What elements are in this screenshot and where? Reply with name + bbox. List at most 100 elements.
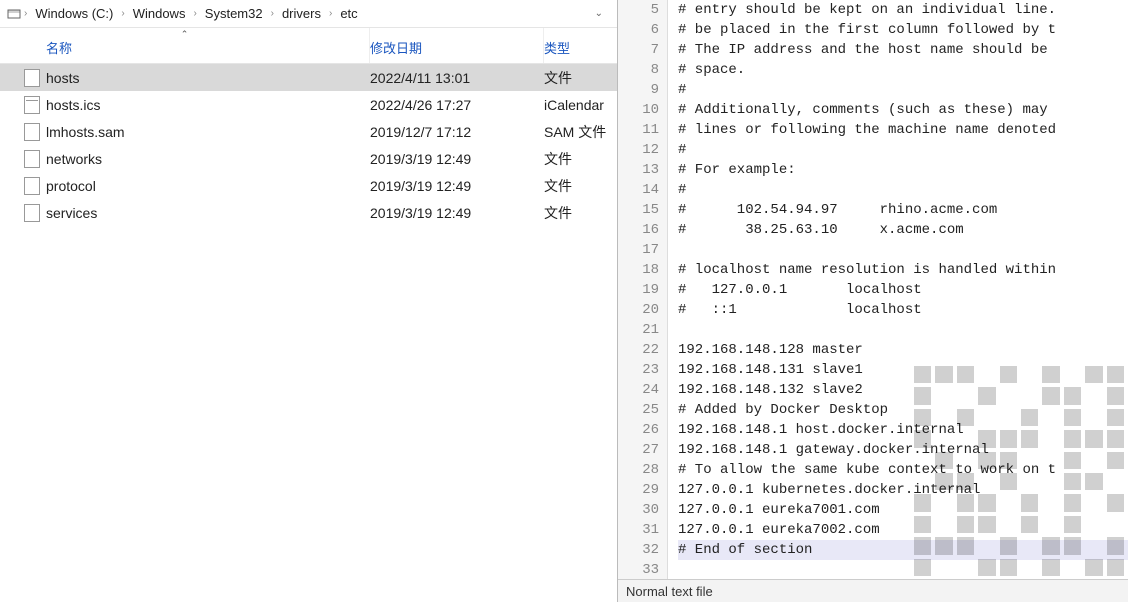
column-header-label: 名称 <box>46 41 72 56</box>
line-number: 19 <box>618 280 659 300</box>
status-bar: Normal text file <box>618 579 1128 602</box>
status-text: Normal text file <box>626 584 713 599</box>
code-line: # <box>678 80 1128 100</box>
breadcrumb-item[interactable]: Windows (C:) <box>29 4 119 23</box>
code-area[interactable]: # entry should be kept on an individual … <box>668 0 1128 579</box>
line-number: 12 <box>618 140 659 160</box>
file-icon <box>0 204 46 222</box>
file-row[interactable]: services2019/3/19 12:49文件 <box>0 199 617 226</box>
file-row[interactable]: hosts2022/4/11 13:01文件 <box>0 64 617 91</box>
breadcrumb-item[interactable]: drivers <box>276 4 327 23</box>
chevron-right-icon: › <box>119 8 126 19</box>
line-number: 32 <box>618 540 659 560</box>
file-date: 2019/3/19 12:49 <box>370 178 544 194</box>
file-row[interactable]: hosts.ics2022/4/26 17:27iCalendar <box>0 91 617 118</box>
line-number: 15 <box>618 200 659 220</box>
code-line: # <box>678 180 1128 200</box>
line-number: 16 <box>618 220 659 240</box>
code-line: # lines or following the machine name de… <box>678 120 1128 140</box>
code-line: # space. <box>678 60 1128 80</box>
disk-icon <box>6 6 22 22</box>
code-line: # entry should be kept on an individual … <box>678 0 1128 20</box>
column-header-label: 修改日期 <box>370 41 422 56</box>
breadcrumb-item[interactable]: System32 <box>199 4 269 23</box>
code-line: # <box>678 140 1128 160</box>
line-number: 5 <box>618 0 659 20</box>
breadcrumb[interactable]: › Windows (C:) › Windows › System32 › dr… <box>0 0 617 28</box>
line-number: 10 <box>618 100 659 120</box>
line-number-gutter: 5678910111213141516171819202122232425262… <box>618 0 668 579</box>
code-line: # To allow the same kube context to work… <box>678 460 1128 480</box>
breadcrumb-item[interactable]: etc <box>334 4 363 23</box>
code-line: # Additionally, comments (such as these)… <box>678 100 1128 120</box>
line-number: 26 <box>618 420 659 440</box>
file-name: networks <box>46 151 370 167</box>
file-icon <box>0 96 46 114</box>
column-header-modified[interactable]: 修改日期 <box>370 28 544 63</box>
file-row[interactable]: lmhosts.sam2019/12/7 17:12SAM 文件 <box>0 118 617 145</box>
code-line: # End of section <box>678 540 1128 560</box>
file-list: hosts2022/4/11 13:01文件hosts.ics2022/4/26… <box>0 64 617 602</box>
line-number: 33 <box>618 560 659 579</box>
code-line: 192.168.148.132 slave2 <box>678 380 1128 400</box>
line-number: 30 <box>618 500 659 520</box>
code-line: # be placed in the first column followed… <box>678 20 1128 40</box>
breadcrumb-item[interactable]: Windows <box>127 4 192 23</box>
code-line: # 38.25.63.10 x.acme.com <box>678 220 1128 240</box>
code-line <box>678 560 1128 579</box>
column-header-label: 类型 <box>544 41 570 56</box>
line-number: 6 <box>618 20 659 40</box>
chevron-right-icon: › <box>22 8 29 19</box>
line-number: 20 <box>618 300 659 320</box>
editor-pane: 5678910111213141516171819202122232425262… <box>618 0 1128 602</box>
line-number: 9 <box>618 80 659 100</box>
code-line <box>678 320 1128 340</box>
file-date: 2022/4/11 13:01 <box>370 70 544 86</box>
file-date: 2019/12/7 17:12 <box>370 124 544 140</box>
file-row[interactable]: networks2019/3/19 12:49文件 <box>0 145 617 172</box>
line-number: 23 <box>618 360 659 380</box>
file-icon <box>0 123 46 141</box>
chevron-right-icon: › <box>269 8 276 19</box>
file-name: hosts <box>46 70 370 86</box>
code-line: # ::1 localhost <box>678 300 1128 320</box>
line-number: 27 <box>618 440 659 460</box>
file-date: 2019/3/19 12:49 <box>370 151 544 167</box>
chevron-right-icon: › <box>191 8 198 19</box>
line-number: 8 <box>618 60 659 80</box>
file-type: 文件 <box>544 203 617 223</box>
column-header-type[interactable]: 类型 <box>544 28 617 63</box>
file-type: iCalendar <box>544 97 617 113</box>
column-header-name[interactable]: ⌃ 名称 <box>0 28 370 63</box>
code-line: # 102.54.94.97 rhino.acme.com <box>678 200 1128 220</box>
file-icon <box>0 150 46 168</box>
editor[interactable]: 5678910111213141516171819202122232425262… <box>618 0 1128 579</box>
file-name: protocol <box>46 178 370 194</box>
chevron-down-icon[interactable]: ⌄ <box>587 8 611 19</box>
file-type: 文件 <box>544 176 617 196</box>
code-line: 127.0.0.1 eureka7002.com <box>678 520 1128 540</box>
line-number: 17 <box>618 240 659 260</box>
code-line: 192.168.148.131 slave1 <box>678 360 1128 380</box>
code-line: 127.0.0.1 kubernetes.docker.internal <box>678 480 1128 500</box>
code-line: # For example: <box>678 160 1128 180</box>
file-name: services <box>46 205 370 221</box>
line-number: 24 <box>618 380 659 400</box>
code-line: # Added by Docker Desktop <box>678 400 1128 420</box>
line-number: 13 <box>618 160 659 180</box>
column-headers: ⌃ 名称 修改日期 类型 <box>0 28 617 64</box>
file-row[interactable]: protocol2019/3/19 12:49文件 <box>0 172 617 199</box>
code-line: 192.168.148.1 host.docker.internal <box>678 420 1128 440</box>
file-icon <box>0 69 46 87</box>
line-number: 14 <box>618 180 659 200</box>
file-type: 文件 <box>544 149 617 169</box>
line-number: 21 <box>618 320 659 340</box>
file-name: hosts.ics <box>46 97 370 113</box>
chevron-right-icon: › <box>327 8 334 19</box>
code-line: # 127.0.0.1 localhost <box>678 280 1128 300</box>
sort-indicator-icon: ⌃ <box>181 29 189 40</box>
file-name: lmhosts.sam <box>46 124 370 140</box>
code-line: 192.168.148.128 master <box>678 340 1128 360</box>
line-number: 25 <box>618 400 659 420</box>
file-type: 文件 <box>544 68 617 88</box>
